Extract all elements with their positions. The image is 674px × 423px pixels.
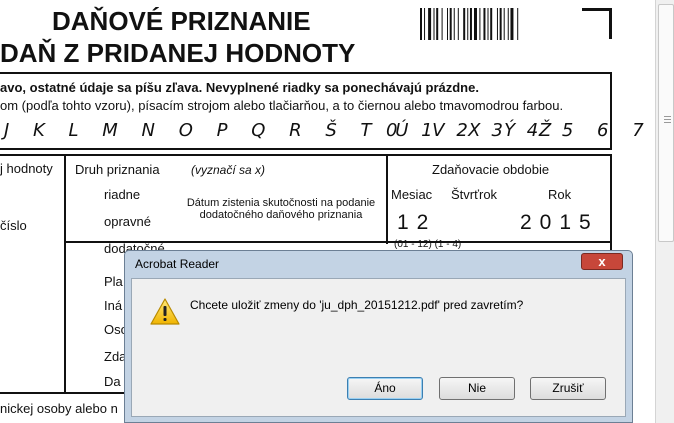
- instruction-normal: om (podľa tohto vzoru), písacím strojom …: [0, 98, 564, 113]
- lower-fragment-5: Da: [104, 374, 121, 389]
- lower-fragment-2: Iná: [104, 298, 123, 313]
- barcode-bar: [499, 8, 502, 40]
- druh-hint: (vyznačí sa x): [191, 163, 266, 177]
- save-changes-dialog: Acrobat Reader x Chcete uložiť zmeny do …: [124, 250, 633, 423]
- barcode-bar: [428, 8, 432, 40]
- barcode-bar: [490, 8, 493, 40]
- barcode-bar: [441, 8, 443, 40]
- druh-option-opravne: opravné: [104, 214, 151, 229]
- tax-label: j hodnoty: [0, 161, 53, 176]
- barcode-bar: [507, 8, 509, 40]
- dialog-title: Acrobat Reader: [135, 257, 220, 271]
- barcode-bar: [453, 8, 455, 40]
- grip-line: [664, 116, 671, 117]
- corner-mark: [582, 8, 612, 11]
- barcode-bar: [469, 8, 472, 40]
- barcode-bar: [424, 8, 426, 40]
- barcode-bar: [420, 8, 422, 40]
- yes-button[interactable]: Áno: [347, 377, 423, 400]
- barcode-bar: [474, 8, 477, 40]
- barcode-bar: [457, 8, 459, 40]
- lower-fragment-1: Pla: [104, 274, 123, 289]
- barcode-bar: [449, 8, 452, 40]
- dialog-message: Chcete uložiť zmeny do 'ju_dph_20151212.…: [190, 298, 524, 312]
- dialog-body: Chcete uložiť zmeny do 'ju_dph_20151212.…: [131, 278, 626, 417]
- rok-label: Rok: [548, 187, 572, 202]
- mesiac-label: Mesiac: [391, 187, 433, 202]
- datum-note: Dátum zistenia skutočnosti na podanie do…: [186, 197, 376, 221]
- number-label: číslo: [0, 218, 27, 233]
- grip-line: [664, 122, 671, 123]
- barcode-bar: [517, 8, 519, 40]
- stvrtrok-label: Štvrťrok: [451, 187, 498, 202]
- bottom-fragment: nickej osoby alebo n: [0, 401, 118, 416]
- corner-mark-vertical: [609, 8, 612, 39]
- doc-title-line2: DAŇ Z PRIDANEJ HODNOTY: [0, 38, 356, 68]
- barcode-bar: [463, 8, 466, 40]
- barcode-bar: [433, 8, 435, 40]
- vertical-scrollbar[interactable]: [655, 0, 674, 423]
- scrollbar-thumb[interactable]: [658, 4, 674, 242]
- form-divider: [64, 154, 66, 394]
- druh-priznania-label: Druh priznania: [75, 162, 160, 177]
- warning-icon: [150, 298, 180, 325]
- no-button[interactable]: Nie: [439, 377, 515, 400]
- mesiac-value: 12: [397, 211, 437, 234]
- instruction-bold: avo, ostatné údaje sa píšu zľava. Nevypl…: [0, 80, 479, 95]
- barcode-bar: [487, 8, 489, 40]
- barcode-bar: [510, 8, 514, 40]
- doc-title-line1: DAŇOVÉ PRIZNANIE: [52, 6, 311, 36]
- form-divider-right: [386, 154, 388, 244]
- rok-value: 2015: [520, 211, 599, 234]
- barcode-bar: [496, 8, 498, 40]
- sample-digits: 0 1 2 3 4 5 6 7 8 9: [386, 120, 655, 141]
- barcode-bar: [479, 8, 481, 40]
- barcode-bar: [447, 8, 448, 40]
- druh-option-riadne: riadne: [104, 187, 141, 202]
- barcode-image: [420, 8, 519, 40]
- barcode-bar: [467, 8, 469, 40]
- period-label: Zdaňovacie obdobie: [432, 162, 550, 177]
- barcode-bar: [503, 8, 505, 40]
- period-hints: (01 - 12) (1 - 4): [394, 239, 462, 250]
- barcode-bar: [436, 8, 439, 40]
- grip-line: [664, 119, 671, 120]
- close-button[interactable]: x: [581, 253, 623, 270]
- barcode-bar: [483, 8, 486, 40]
- cancel-button[interactable]: Zrušiť: [530, 377, 606, 400]
